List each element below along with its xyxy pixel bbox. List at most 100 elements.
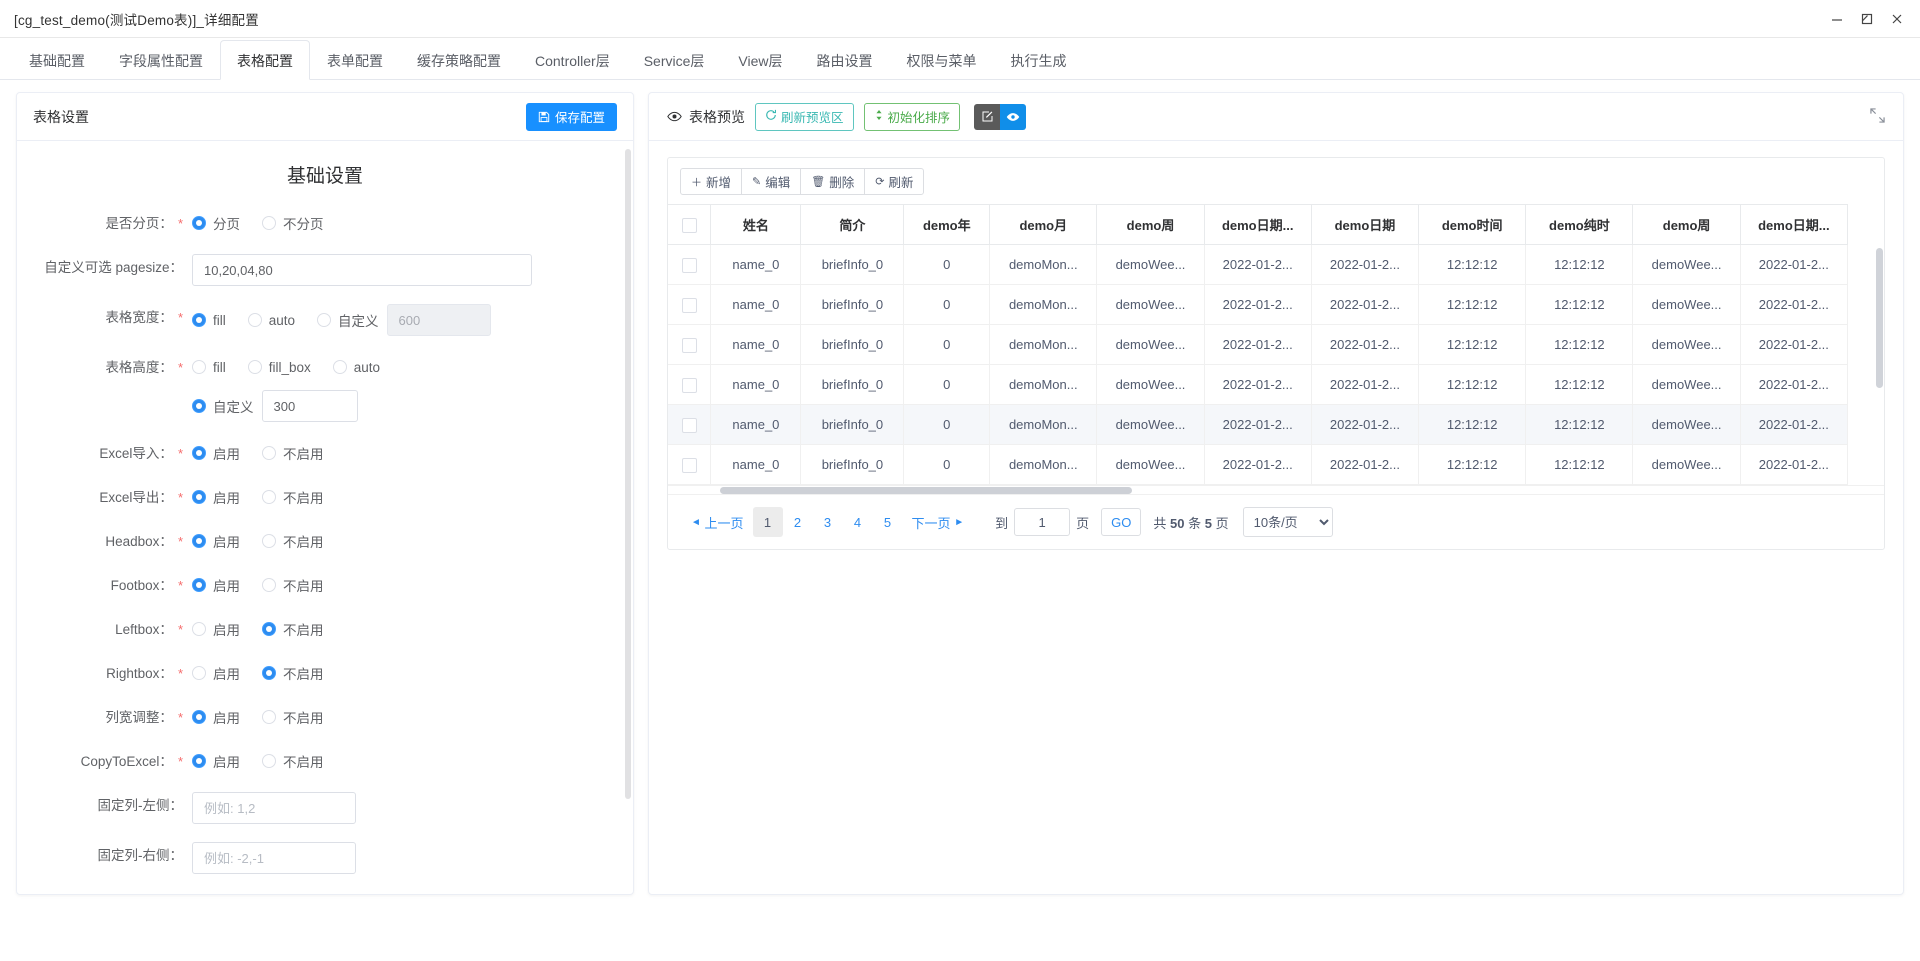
column-header[interactable]: demo日期... <box>1740 204 1849 245</box>
radio-option-3-0[interactable]: fill <box>192 354 226 380</box>
radio-option-9-1[interactable]: 不启用 <box>262 660 324 686</box>
form-text-input[interactable] <box>192 254 532 286</box>
page-size-select[interactable]: 10条/页20条/页04条/页80条/页 <box>1242 507 1333 537</box>
row-checkbox[interactable] <box>681 337 697 353</box>
column-header[interactable]: demo时间 <box>1418 204 1527 245</box>
radio-option-11-0[interactable]: 启用 <box>192 748 240 774</box>
row-checkbox[interactable] <box>681 417 697 433</box>
form-text-input[interactable] <box>192 792 356 824</box>
radio-option-10-0[interactable]: 启用 <box>192 704 240 730</box>
toolbar-button-3[interactable]: ⟳ 刷新 <box>864 168 925 195</box>
radio-option-11-1[interactable]: 不启用 <box>262 748 324 774</box>
radio-option-6-1[interactable]: 不启用 <box>262 528 324 554</box>
radio-option-5-0[interactable]: 启用 <box>192 484 240 510</box>
eye-fill-icon[interactable] <box>1000 103 1027 130</box>
radio-option-6-0[interactable]: 启用 <box>192 528 240 554</box>
pagination-go-button[interactable]: GO <box>1101 508 1142 536</box>
row-checkbox[interactable] <box>681 377 697 393</box>
radio-option-2-0[interactable]: fill <box>192 307 226 333</box>
radio-option-5-1[interactable]: 不启用 <box>262 484 324 510</box>
close-icon[interactable] <box>1882 4 1912 34</box>
radio-option-2-1[interactable]: auto <box>247 307 295 333</box>
pagination-page-5[interactable]: 5 <box>873 507 903 537</box>
tab-5[interactable]: Controller层 <box>518 40 627 80</box>
radio-option-7-1[interactable]: 不启用 <box>262 572 324 598</box>
pagination-page-1[interactable]: 1 <box>752 507 783 537</box>
refresh-preview-button[interactable]: 刷新预览区 <box>755 102 854 131</box>
table-row[interactable]: name_0 briefInfo_0 0 demoMon... demoWee... 20… <box>668 324 1849 365</box>
column-header[interactable]: 姓名 <box>710 204 802 245</box>
settings-form-scroll[interactable]: 基础设置 是否分页：*分页不分页自定义可选 pagesize：表格宽度：*fil… <box>17 141 633 894</box>
grid-scroll-area[interactable]: 姓名 简介 demo年 demo月 demo周 demo日期... demo日期 demo时间… <box>668 204 1884 485</box>
tab-4[interactable]: 缓存策略配置 <box>400 40 518 80</box>
grid-vertical-scrollbar[interactable] <box>1876 248 1883 388</box>
edit-square-icon[interactable] <box>974 103 1001 130</box>
select-all-checkbox[interactable] <box>681 217 697 233</box>
column-header[interactable]: demo纯时 <box>1525 204 1634 245</box>
pagination-page-3[interactable]: 3 <box>813 507 843 537</box>
radio-option-0-1[interactable]: 不分页 <box>262 210 324 236</box>
expand-icon[interactable] <box>1870 107 1889 126</box>
column-header[interactable]: demo年 <box>903 204 991 245</box>
chevron-left-icon: ◄ <box>691 516 701 528</box>
toolbar-button-0[interactable]: ＋ 新增 <box>680 168 743 195</box>
custom-width-input[interactable] <box>386 304 491 336</box>
form-text-input[interactable] <box>192 842 356 874</box>
row-checkbox[interactable] <box>681 457 697 473</box>
column-header[interactable]: 简介 <box>800 204 905 245</box>
column-header[interactable]: demo月 <box>989 204 1098 245</box>
radio-option-7-0[interactable]: 启用 <box>192 572 240 598</box>
radio-option-2-2[interactable]: 自定义 <box>317 307 379 333</box>
radio-dot-icon <box>192 216 206 230</box>
toolbar-button-2[interactable]: 🗑 删除 <box>800 168 866 195</box>
pagination-page-2[interactable]: 2 <box>783 507 813 537</box>
pagination-prev[interactable]: ◄ 上一页 <box>682 507 753 537</box>
table-row[interactable]: name_0 briefInfo_0 0 demoMon... demoWee... 20… <box>668 364 1849 405</box>
grid-horizontal-scrollbar-track[interactable] <box>668 485 1884 494</box>
tab-9[interactable]: 权限与菜单 <box>889 40 993 80</box>
form-scrollbar-thumb[interactable] <box>625 149 631 799</box>
column-header[interactable]: demo日期... <box>1204 204 1312 245</box>
tab-6[interactable]: Service层 <box>627 40 722 80</box>
radio-option-10-1[interactable]: 不启用 <box>262 704 324 730</box>
save-config-button[interactable]: 保存配置 <box>525 102 617 131</box>
table-row[interactable]: name_0 briefInfo_0 0 demoMon... demoWee... 20… <box>668 444 1849 485</box>
pagination-next[interactable]: 下一页 ► <box>903 507 974 537</box>
tab-10[interactable]: 执行生成 <box>993 40 1083 80</box>
tab-2[interactable]: 表格配置 <box>220 40 310 80</box>
radio-option-0-0[interactable]: 分页 <box>192 210 240 236</box>
toolbar-button-label: 刷新 <box>888 176 914 190</box>
tab-8[interactable]: 路由设置 <box>799 40 889 80</box>
column-header[interactable]: demo日期 <box>1311 204 1420 245</box>
column-header[interactable]: demo周 <box>1632 204 1741 245</box>
radio-option-4-0[interactable]: 启用 <box>192 440 240 466</box>
table-row[interactable]: name_0 briefInfo_0 0 demoMon... demoWee... 20… <box>668 244 1849 285</box>
toolbar-button-label: 删除 <box>829 176 855 190</box>
tab-1[interactable]: 字段属性配置 <box>102 40 220 80</box>
grid-horizontal-scrollbar-thumb[interactable] <box>720 487 1132 494</box>
tab-0[interactable]: 基础配置 <box>12 40 102 80</box>
row-checkbox[interactable] <box>681 297 697 313</box>
minimize-icon[interactable] <box>1822 4 1852 34</box>
toolbar-button-1[interactable]: ✎ 编辑 <box>741 168 802 195</box>
custom-height-input[interactable] <box>261 390 358 422</box>
table-cell: briefInfo_0 <box>800 444 905 485</box>
pagination-page-4[interactable]: 4 <box>843 507 873 537</box>
tab-7[interactable]: View层 <box>721 40 799 80</box>
maximize-icon[interactable] <box>1852 4 1882 34</box>
row-checkbox[interactable] <box>681 257 697 273</box>
radio-option-8-1[interactable]: 不启用 <box>262 616 324 642</box>
radio-option-9-0[interactable]: 启用 <box>192 660 240 686</box>
radio-option-8-0[interactable]: 启用 <box>192 616 240 642</box>
column-header[interactable]: demo周 <box>1096 204 1205 245</box>
radio-option-3-1[interactable]: fill_box <box>247 354 311 380</box>
init-sort-button[interactable]: 初始化排序 <box>863 102 961 131</box>
radio-option-4-1[interactable]: 不启用 <box>262 440 324 466</box>
radio-label: 不启用 <box>283 711 324 726</box>
radio-option-3-2[interactable]: auto <box>332 354 380 380</box>
radio-option-3-3[interactable]: 自定义 <box>192 393 254 419</box>
tab-3[interactable]: 表单配置 <box>310 40 400 80</box>
table-row[interactable]: name_0 briefInfo_0 0 demoMon... demoWee... 20… <box>668 404 1849 445</box>
table-row[interactable]: name_0 briefInfo_0 0 demoMon... demoWee... 20… <box>668 284 1849 325</box>
pagination-jump-input[interactable] <box>1014 508 1071 536</box>
